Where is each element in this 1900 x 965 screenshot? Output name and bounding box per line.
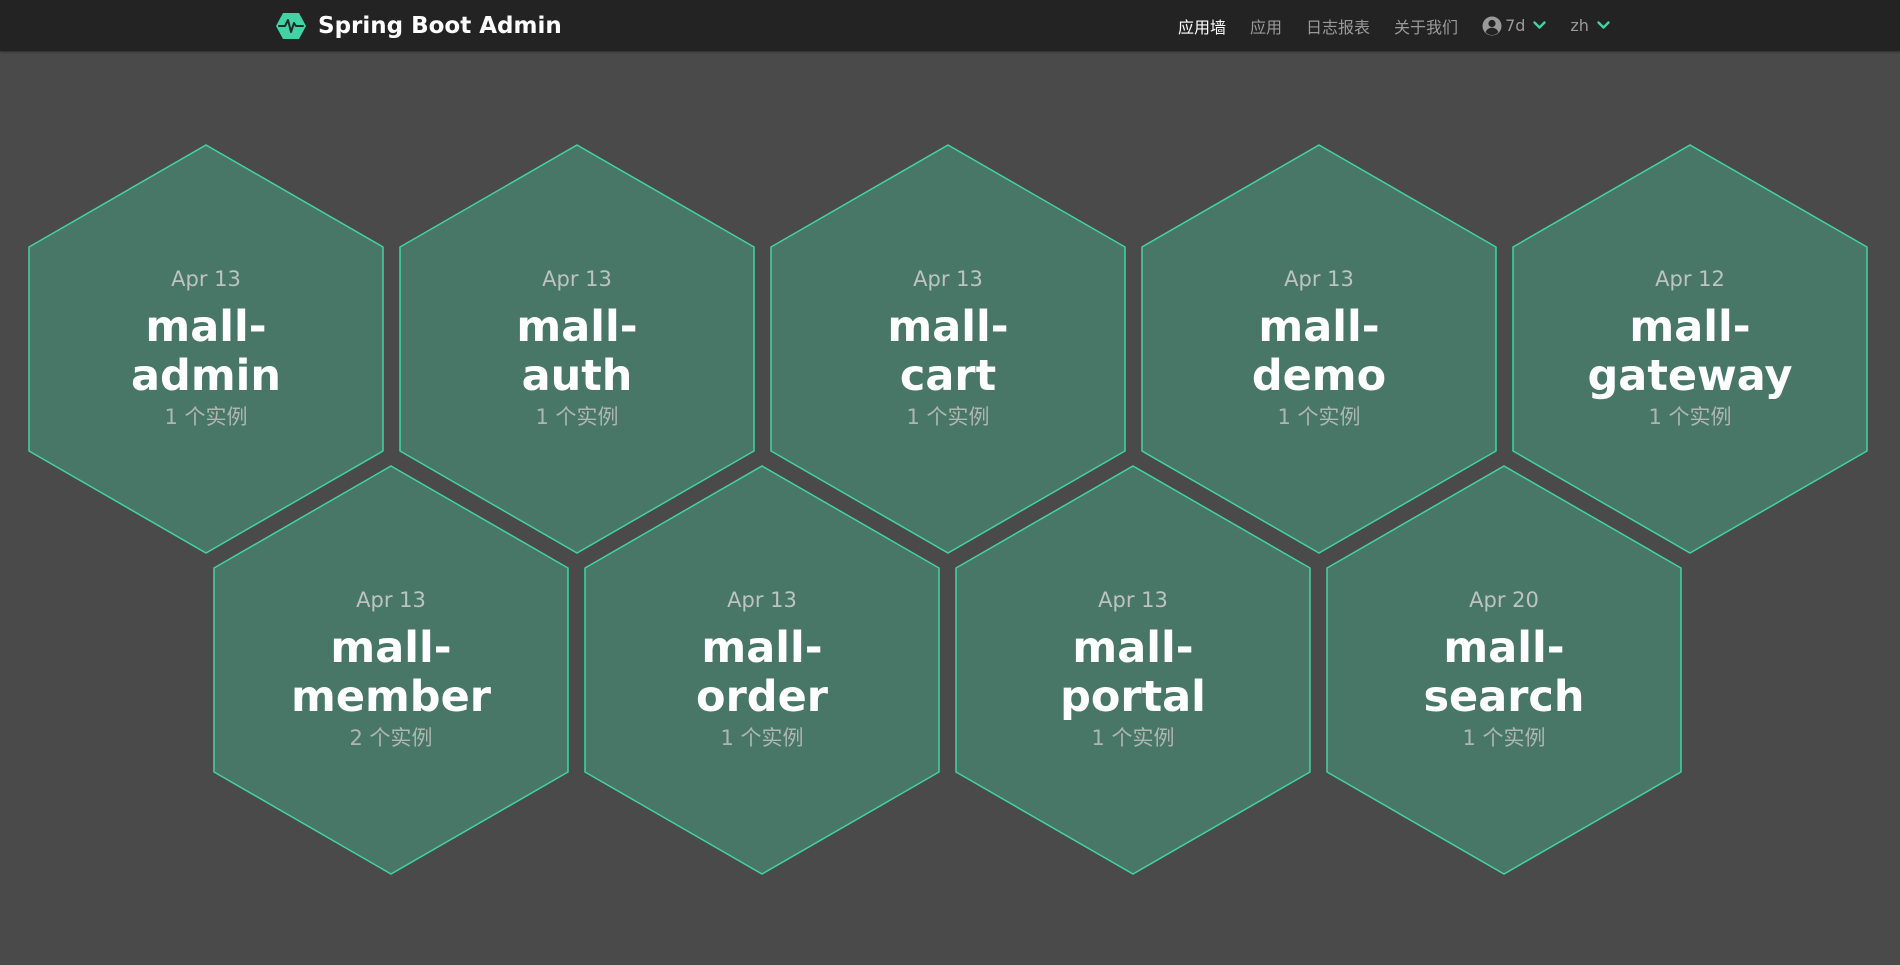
app-instance-count: 1 个实例: [1091, 726, 1175, 750]
top-navbar: Spring Boot Admin 应用墙 应用 日志报表 关于我们 7d zh: [0, 0, 1900, 51]
nav-item-applications[interactable]: 应用: [1250, 14, 1282, 38]
app-hex-mall-search[interactable]: Apr 20 mall- search 1 个实例: [1326, 465, 1682, 875]
app-hex-content: Apr 13 mall- member 2 个实例: [213, 465, 569, 875]
user-label: 7d: [1505, 16, 1526, 35]
app-name: mall- auth: [452, 303, 702, 401]
app-date: Apr 13: [356, 588, 426, 612]
chevron-down-icon: [1533, 21, 1547, 29]
app-hex-mall-member[interactable]: Apr 13 mall- member 2 个实例: [213, 465, 569, 875]
app-name-line: member: [291, 672, 491, 722]
app-name-line: mall-: [887, 302, 1009, 352]
app-instance-count: 1 个实例: [535, 405, 619, 429]
app-hex-mall-portal[interactable]: Apr 13 mall- portal 1 个实例: [955, 465, 1311, 875]
app-name-line: mall-: [516, 302, 638, 352]
app-title: Spring Boot Admin: [318, 12, 562, 39]
brand-link[interactable]: Spring Boot Admin: [275, 0, 562, 51]
language-label: zh: [1570, 16, 1589, 35]
nav-item-log-reports[interactable]: 日志报表: [1306, 14, 1370, 38]
app-name: mall- portal: [1008, 624, 1258, 722]
chevron-down-icon: [1597, 21, 1610, 29]
heartbeat-hexagon-icon: [276, 12, 306, 39]
app-hex-content: Apr 20 mall- search 1 个实例: [1326, 465, 1682, 875]
language-dropdown[interactable]: zh: [1570, 16, 1610, 35]
app-instance-count: 1 个实例: [164, 405, 248, 429]
app-name: mall- demo: [1194, 303, 1444, 401]
app-instance-count: 1 个实例: [1462, 726, 1546, 750]
nav-menu: 应用墙 应用 日志报表 关于我们 7d zh: [1178, 0, 1634, 51]
app-name-line: mall-: [145, 302, 267, 352]
app-name-line: order: [696, 672, 828, 722]
app-date: Apr 13: [1284, 267, 1354, 291]
app-name-line: auth: [521, 351, 633, 401]
app-instance-count: 1 个实例: [1648, 405, 1732, 429]
app-name-line: gateway: [1587, 351, 1793, 401]
app-hex-content: Apr 13 mall- portal 1 个实例: [955, 465, 1311, 875]
app-name-line: admin: [131, 351, 281, 401]
app-date: Apr 12: [1655, 267, 1725, 291]
application-wall: Apr 13 mall- admin 1 个实例 Apr 13 mall- au…: [0, 51, 1900, 965]
nav-item-about[interactable]: 关于我们: [1394, 14, 1458, 38]
app-instance-count: 1 个实例: [720, 726, 804, 750]
user-circle-icon: [1482, 16, 1502, 35]
app-date: Apr 13: [727, 588, 797, 612]
app-name-line: mall-: [1258, 302, 1380, 352]
app-name-line: mall-: [1629, 302, 1751, 352]
app-instance-count: 1 个实例: [1277, 405, 1361, 429]
app-name-line: search: [1423, 672, 1585, 722]
app-date: Apr 20: [1469, 588, 1539, 612]
app-name-line: mall-: [1443, 623, 1565, 673]
user-menu-dropdown[interactable]: 7d: [1482, 16, 1547, 36]
app-instance-count: 2 个实例: [349, 726, 433, 750]
app-date: Apr 13: [171, 267, 241, 291]
app-hex-content: Apr 13 mall- order 1 个实例: [584, 465, 940, 875]
app-name: mall- search: [1379, 624, 1629, 722]
app-name-line: mall-: [701, 623, 823, 673]
app-name-line: demo: [1251, 351, 1387, 401]
app-name-line: mall-: [330, 623, 452, 673]
app-name-line: portal: [1060, 672, 1206, 722]
app-name: mall- order: [637, 624, 887, 722]
app-name: mall- gateway: [1565, 303, 1815, 401]
app-name: mall- cart: [823, 303, 1073, 401]
app-name: mall- admin: [81, 303, 331, 401]
nav-item-wallboard[interactable]: 应用墙: [1178, 14, 1226, 38]
app-name-line: cart: [899, 351, 997, 401]
app-instance-count: 1 个实例: [906, 405, 990, 429]
app-date: Apr 13: [542, 267, 612, 291]
app-hex-mall-order[interactable]: Apr 13 mall- order 1 个实例: [584, 465, 940, 875]
app-date: Apr 13: [1098, 588, 1168, 612]
app-date: Apr 13: [913, 267, 983, 291]
app-name: mall- member: [266, 624, 516, 722]
app-name-line: mall-: [1072, 623, 1194, 673]
